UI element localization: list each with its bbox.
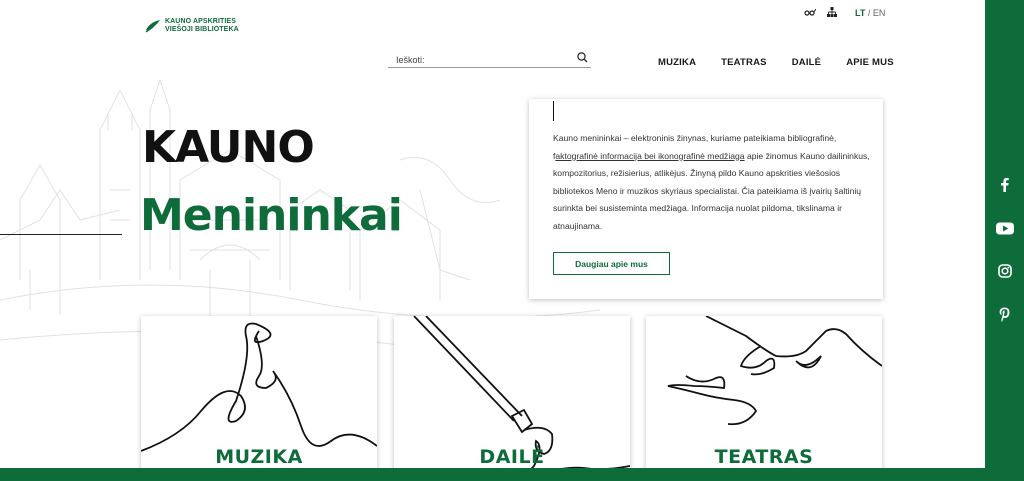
nav-daile[interactable]: DAILĖ — [792, 57, 822, 68]
category-card-daile[interactable]: DAILĖ — [394, 316, 630, 481]
logo-line-2: VIEŠOJI BIBLIOTEKA — [165, 26, 239, 33]
pinterest-link[interactable] — [985, 303, 1024, 325]
hero-title-menininkai: Menininkai — [140, 190, 403, 241]
search-box — [388, 50, 591, 68]
text-cursor — [553, 101, 554, 121]
main-nav: MUZIKA TEATRAS DAILĖ APIE MUS — [658, 57, 894, 68]
category-label-teatras: TEATRAS — [714, 446, 814, 468]
youtube-icon — [995, 222, 1014, 234]
social-sidebar — [985, 0, 1024, 481]
lang-lt[interactable]: LT — [855, 8, 865, 18]
search-icon[interactable] — [577, 52, 588, 63]
library-logo[interactable]: KAUNO APSKRITIES VIEŠOJI BIBLIOTEKA — [145, 18, 239, 34]
hero-divider-line — [0, 234, 122, 235]
more-about-us-button[interactable]: Daugiau apie mus — [553, 252, 670, 275]
instagram-icon — [997, 264, 1012, 278]
facebook-link[interactable] — [985, 173, 1024, 195]
logo-text: KAUNO APSKRITIES VIEŠOJI BIBLIOTEKA — [165, 18, 239, 34]
language-switcher: LT / EN — [855, 8, 885, 18]
nav-teatras[interactable]: TEATRAS — [721, 57, 767, 68]
nav-muzika[interactable]: MUZIKA — [658, 57, 696, 68]
sitemap-icon[interactable] — [827, 7, 837, 17]
lang-en[interactable]: EN — [873, 8, 886, 18]
search-input[interactable] — [388, 53, 568, 67]
category-label-daile: DAILĖ — [479, 446, 545, 468]
accessibility-icon[interactable] — [804, 8, 816, 16]
category-card-teatras[interactable]: TEATRAS — [646, 316, 882, 481]
about-text-link[interactable]: aktografinė informacija bei ikonografinė… — [555, 151, 744, 161]
pinterest-icon — [999, 307, 1010, 322]
facebook-icon — [1001, 177, 1009, 192]
about-text-part-2: apie žinomus Kauno dailininkus, kompozit… — [553, 150, 870, 231]
youtube-link[interactable] — [985, 217, 1024, 239]
bottom-green-band — [0, 468, 985, 481]
about-card: Kauno menininkai – elektroninis žinynas,… — [529, 99, 883, 299]
category-label-muzika: MUZIKA — [215, 446, 303, 468]
hero-title-kauno: KAUNO — [142, 122, 315, 173]
utility-icons — [804, 7, 837, 17]
lang-separator: / — [865, 8, 873, 18]
logo-line-1: KAUNO APSKRITIES — [165, 18, 236, 25]
about-text: Kauno menininkai – elektroninis žinynas,… — [553, 130, 871, 236]
instagram-link[interactable] — [985, 260, 1024, 282]
nav-apie-mus[interactable]: APIE MUS — [846, 57, 894, 68]
book-leaf-logo-icon — [145, 20, 160, 33]
category-card-muzika[interactable]: MUZIKA — [141, 316, 377, 481]
